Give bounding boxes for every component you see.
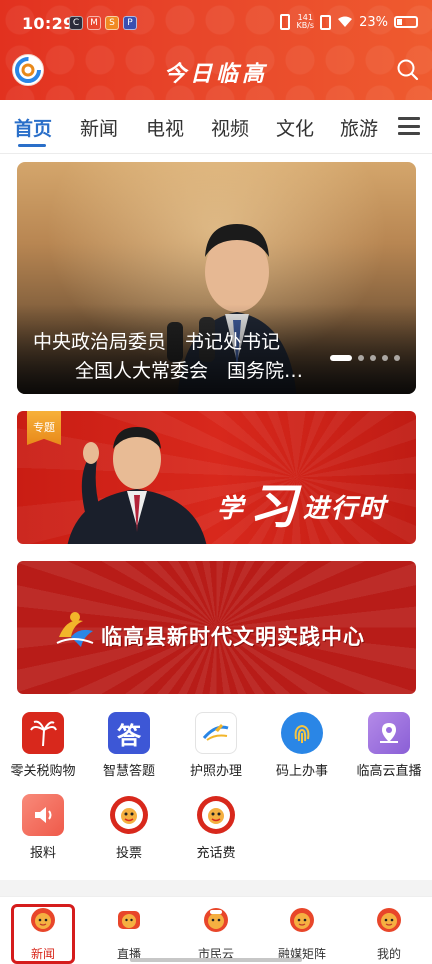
live-mascot-icon [118,911,140,929]
recharge-badge-icon [195,794,237,836]
nav-profile[interactable]: 我的 [346,907,432,962]
hero-caption: 中央政治局委员 书记处书记 全国人大常委会 国务院… [33,328,333,386]
fingerprint-icon [281,712,323,754]
status-indicators: 141 KB/s 23% [280,14,418,30]
service-label: 码上办事 [275,764,328,779]
channel-menu-icon[interactable] [398,117,420,135]
study-title-post: 进行时 [303,494,388,524]
wifi-icon [337,16,353,28]
notification-app-icon: C [69,16,83,30]
study-title-pre: 学 [217,494,246,524]
carousel-dot[interactable] [394,355,400,361]
search-icon[interactable] [396,58,420,82]
speaker-icon [22,794,64,836]
tab-home[interactable]: 首页 [14,114,52,141]
hero-carousel[interactable]: 中央政治局委员 书记处书记 全国人大常委会 国务院… [17,162,416,394]
service-smart-quiz[interactable]: 答 智慧答题 [86,712,172,779]
selected-nav-highlight [11,904,75,964]
service-code-affairs[interactable]: 码上办事 [259,712,345,779]
tab-tv[interactable]: 电视 [146,114,184,141]
tab-travel[interactable]: 旅游 [340,114,378,141]
notification-shop-icon: S [105,16,119,30]
battery-icon [394,16,418,28]
service-recharge[interactable]: 充话费 [173,794,259,861]
status-notification-icons: C M S P [69,16,137,30]
service-cloud-live[interactable]: 临高云直播 [346,712,432,779]
section-divider [0,880,432,896]
service-vote[interactable]: 投票 [86,794,172,861]
notification-mail-icon: M [87,16,101,30]
tab-culture[interactable]: 文化 [276,114,314,141]
civilization-center-banner[interactable]: 临高县新时代文明实践中心 [17,561,416,694]
service-label: 投票 [115,846,142,861]
civilization-logo-icon [56,612,94,647]
service-passport[interactable]: 护照办理 [173,712,259,779]
vibrate-icon [280,14,291,30]
service-duty-free[interactable]: 零关税购物 [0,712,86,779]
civilization-banner-title: 临高县新时代文明实践中心 [101,625,365,649]
notification-play-icon: P [123,16,137,30]
app-header: 10:29 C M S P 141 KB/s 23% 今日临高 [0,0,432,100]
answer-icon: 答 [108,712,150,754]
citizen-cloud-mascot-icon [204,908,228,932]
title-bar: 今日临高 [0,50,432,96]
service-label: 充话费 [196,846,236,861]
nav-media-matrix[interactable]: 融媒矩阵 [259,907,345,962]
palm-tree-icon [22,712,64,754]
nav-live[interactable]: 直播 [86,907,172,962]
active-tab-indicator [18,144,46,147]
study-title-big: 习 [249,479,300,535]
hero-caption-line2: 全国人大常委会 国务院… [75,360,304,382]
banner-portrait-image [67,427,207,544]
carousel-dots [330,355,400,361]
tab-video[interactable]: 视频 [211,114,249,141]
media-matrix-mascot-icon [290,908,314,932]
airplane-icon [195,712,237,754]
service-label: 零关税购物 [10,764,76,779]
carousel-dot[interactable] [370,355,376,361]
status-time: 10:29 [22,14,75,33]
study-banner-title: 学习 进行时 [217,461,388,535]
app-title: 今日临高 [163,61,268,87]
channel-tabs: 首页 新闻 电视 视频 文化 旅游 [0,100,432,154]
battery-percentage: 23% [359,14,388,30]
network-speed-unit: KB/s [296,21,315,30]
service-report[interactable]: 报料 [0,794,86,861]
carousel-dot-active[interactable] [330,355,352,361]
nav-citizen-cloud[interactable]: 市民云 [173,907,259,962]
service-label: 智慧答题 [102,764,155,779]
network-speed: 141 KB/s [296,14,314,30]
profile-mascot-icon [377,908,401,932]
location-pin-icon [368,712,410,754]
study-special-banner[interactable]: 专题 学习 进行时 [17,411,416,544]
service-label: 报料 [29,846,56,861]
tab-news[interactable]: 新闻 [80,114,118,141]
carousel-dot[interactable] [358,355,364,361]
service-label: 护照办理 [189,764,242,779]
carousel-dot[interactable] [382,355,388,361]
vote-badge-icon [108,794,150,836]
no-sim-icon [320,14,332,30]
hero-caption-line1: 中央政治局委员 书记处书记 [33,331,281,353]
service-label: 临高云直播 [356,764,422,779]
app-screen: 10:29 C M S P 141 KB/s 23% 今日临高 首页 新闻 电视… [0,0,432,964]
home-indicator[interactable] [130,958,302,962]
nav-label: 我的 [376,947,401,961]
status-bar: 10:29 C M S P 141 KB/s 23% [0,0,432,48]
